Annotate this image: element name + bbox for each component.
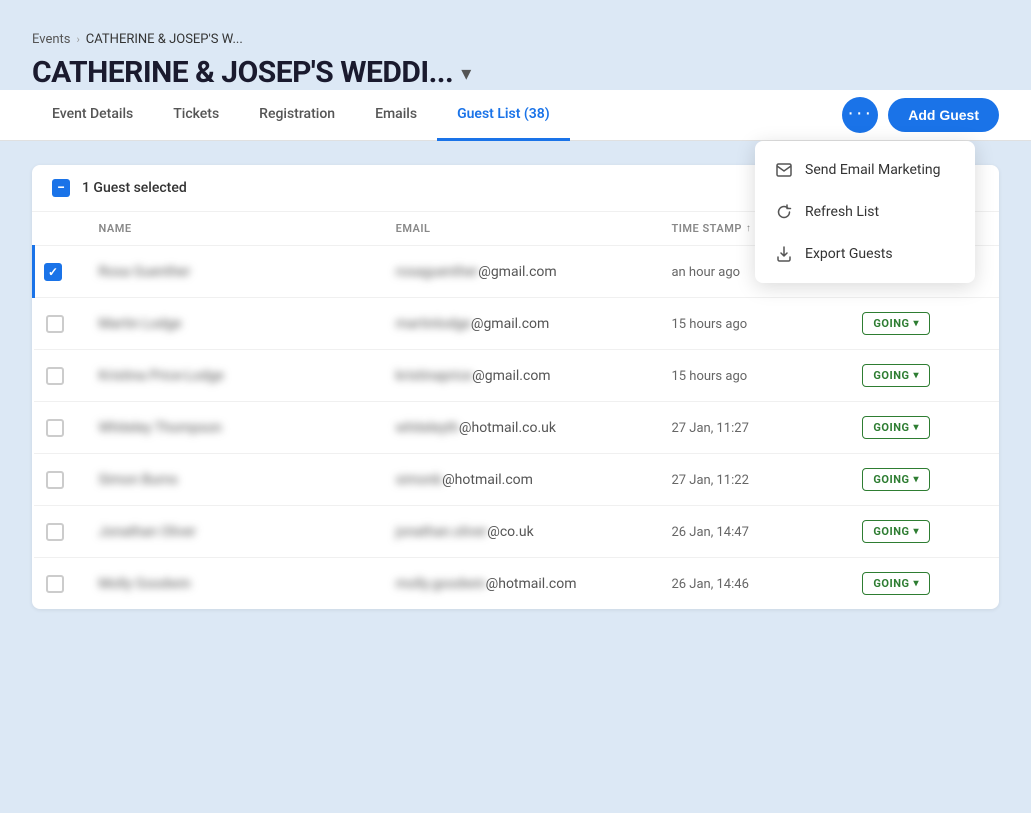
- rsvp-badge[interactable]: GOING ▾: [862, 572, 930, 595]
- table-row: Whiteley Thompson whiteleyth@hotmail.co.u…: [34, 402, 1000, 454]
- rsvp-label: GOING: [873, 369, 909, 382]
- refresh-icon: [775, 203, 793, 221]
- rsvp-label: GOING: [873, 421, 909, 434]
- guest-timestamp: 26 Jan, 14:46: [671, 577, 748, 592]
- dropdown-send-email[interactable]: Send Email Marketing: [755, 149, 975, 191]
- export-icon: [775, 245, 793, 263]
- rsvp-label: GOING: [873, 317, 909, 330]
- guest-email: molly.goodwin@hotmail.com: [396, 576, 577, 592]
- breadcrumb-events[interactable]: Events: [32, 32, 70, 47]
- guest-email: rosaguenther@gmail.com: [396, 264, 557, 280]
- rsvp-badge[interactable]: GOING ▾: [862, 364, 930, 387]
- table-row: Jonathan Oliver jonathan.oliver@co.uk 26 J…: [34, 506, 1000, 558]
- col-header-check: [34, 212, 87, 246]
- dots-icon: ···: [847, 108, 873, 118]
- rsvp-label: GOING: [873, 525, 909, 538]
- minus-icon: −: [57, 181, 65, 195]
- dropdown-export[interactable]: Export Guests: [755, 233, 975, 275]
- deselect-all-checkbox[interactable]: −: [52, 179, 70, 197]
- dropdown-menu: Send Email Marketing Refresh List Export…: [755, 141, 975, 283]
- main-content: Send Email Marketing Refresh List Export…: [0, 141, 1031, 633]
- selection-count-text: 1 Guest selected: [82, 180, 187, 196]
- rsvp-chevron-icon: ▾: [913, 318, 919, 329]
- rsvp-chevron-icon: ▾: [913, 526, 919, 537]
- guest-name: Jonathan Oliver: [99, 524, 196, 540]
- guest-name: Kristina Price-Lodge: [99, 368, 224, 384]
- tab-actions: ··· Add Guest: [842, 97, 999, 133]
- add-guest-button[interactable]: Add Guest: [888, 98, 999, 132]
- breadcrumb: Events › CATHERINE & JOSEP'S W...: [32, 32, 999, 47]
- refresh-label: Refresh List: [805, 204, 879, 220]
- col-header-name: NAME: [87, 212, 384, 246]
- table-row: Simon Burns simonb@hotmail.com 27 Jan, 11:…: [34, 454, 1000, 506]
- rsvp-chevron-icon: ▾: [913, 422, 919, 433]
- send-email-label: Send Email Marketing: [805, 162, 941, 178]
- rsvp-badge[interactable]: GOING ▾: [862, 416, 930, 439]
- row-checkbox[interactable]: [46, 315, 64, 333]
- guest-timestamp: 26 Jan, 14:47: [671, 525, 748, 540]
- guest-timestamp: 27 Jan, 11:22: [671, 473, 748, 488]
- table-row: Martin Lodge martinlodge@gmail.com 15 hour…: [34, 298, 1000, 350]
- row-checkbox[interactable]: [46, 419, 64, 437]
- dropdown-refresh[interactable]: Refresh List: [755, 191, 975, 233]
- guest-name: Molly Goodwin: [99, 576, 191, 592]
- tab-tickets[interactable]: Tickets: [153, 90, 239, 141]
- tab-registration[interactable]: Registration: [239, 90, 355, 141]
- row-checkbox[interactable]: [44, 263, 62, 281]
- rsvp-badge[interactable]: GOING ▾: [862, 312, 930, 335]
- rsvp-chevron-icon: ▾: [913, 578, 919, 589]
- export-label: Export Guests: [805, 246, 893, 262]
- row-checkbox[interactable]: [46, 575, 64, 593]
- guest-email: simonb@hotmail.com: [396, 472, 533, 488]
- row-checkbox[interactable]: [46, 471, 64, 489]
- guest-email: whiteleyth@hotmail.co.uk: [396, 420, 556, 436]
- email-icon: [775, 161, 793, 179]
- guest-name: Rosa Guenther: [99, 264, 191, 280]
- more-options-button[interactable]: ···: [842, 97, 878, 133]
- guest-timestamp: an hour ago: [671, 265, 740, 280]
- rsvp-chevron-icon: ▾: [913, 370, 919, 381]
- guest-name: Whiteley Thompson: [99, 420, 222, 436]
- breadcrumb-separator: ›: [76, 33, 79, 46]
- rsvp-chevron-icon: ▾: [913, 474, 919, 485]
- rsvp-badge[interactable]: GOING ▾: [862, 468, 930, 491]
- page-title: CATHERINE & JOSEP'S WEDDI...: [32, 55, 453, 90]
- sort-arrow-icon: ↑: [746, 223, 752, 234]
- guest-email: martinlodge@gmail.com: [396, 316, 550, 332]
- guest-name: Martin Lodge: [99, 316, 182, 332]
- tab-guest-list[interactable]: Guest List (38): [437, 90, 570, 141]
- guest-timestamp: 15 hours ago: [671, 369, 747, 384]
- row-checkbox[interactable]: [46, 367, 64, 385]
- tab-emails[interactable]: Emails: [355, 90, 437, 141]
- col-header-email: EMAIL: [384, 212, 660, 246]
- rsvp-label: GOING: [873, 473, 909, 486]
- table-row: Molly Goodwin molly.goodwin@hotmail.com 26…: [34, 558, 1000, 610]
- guest-name: Simon Burns: [99, 472, 178, 488]
- guest-email: kristinaprice@gmail.com: [396, 368, 551, 384]
- tabs-bar: Event Details Tickets Registration Email…: [0, 90, 1031, 141]
- rsvp-badge[interactable]: GOING ▾: [862, 520, 930, 543]
- rsvp-label: GOING: [873, 577, 909, 590]
- table-row: Kristina Price-Lodge kristinaprice@gmail.…: [34, 350, 1000, 402]
- row-checkbox[interactable]: [46, 523, 64, 541]
- title-chevron-icon[interactable]: ▾: [461, 61, 471, 85]
- guest-timestamp: 27 Jan, 11:27: [671, 421, 748, 436]
- guest-timestamp: 15 hours ago: [671, 317, 747, 332]
- guest-email: jonathan.oliver@co.uk: [396, 524, 534, 540]
- tab-event-details[interactable]: Event Details: [32, 90, 153, 141]
- breadcrumb-current: CATHERINE & JOSEP'S W...: [86, 32, 243, 47]
- tabs-nav: Event Details Tickets Registration Email…: [32, 90, 570, 140]
